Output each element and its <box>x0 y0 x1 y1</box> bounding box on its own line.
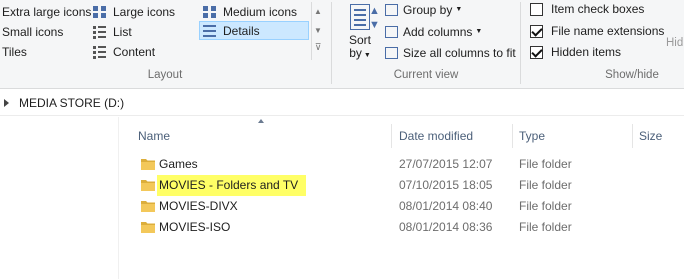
hidden-items-label: Hidden items <box>551 45 622 59</box>
group-by-label: Group by <box>403 2 453 17</box>
medium-icons-icon <box>202 4 218 19</box>
file-name-extensions-label: File name extensions <box>551 24 665 38</box>
folder-icon <box>141 201 155 212</box>
current-view-group-label: Current view <box>393 69 459 81</box>
sort-ascending-icon <box>258 119 264 123</box>
file-row[interactable]: MOVIES-ISO 08/01/2014 08:36 File folder <box>132 217 572 238</box>
extra-large-icons-button[interactable]: Extra large icons <box>2 2 91 21</box>
ribbon: Extra large icons Large icons Medium ico… <box>0 0 684 89</box>
item-check-boxes-toggle[interactable]: Item check boxes <box>530 2 644 16</box>
file-type: File folder <box>519 199 572 213</box>
column-header-size[interactable]: Size <box>639 124 662 148</box>
list-label: List <box>113 24 132 39</box>
scroll-down-icon[interactable]: ▼ <box>312 21 324 40</box>
small-icons-label: Small icons <box>2 24 64 39</box>
group-divider <box>520 2 521 84</box>
checkbox-checked[interactable] <box>530 24 543 38</box>
column-divider[interactable] <box>391 124 392 148</box>
file-type: File folder <box>519 157 572 171</box>
file-name-highlighted: MOVIES - Folders and TV <box>157 175 307 196</box>
large-icons-label: Large icons <box>113 4 176 19</box>
file-name: Games <box>159 157 198 171</box>
column-divider[interactable] <box>512 124 513 148</box>
size-columns-icon <box>385 46 398 59</box>
extra-large-icons-label: Extra large icons <box>2 4 92 19</box>
column-header-name[interactable]: Name <box>138 124 170 148</box>
hide-selected-items-button[interactable]: Hid <box>666 37 683 49</box>
scroll-up-icon[interactable]: ▲ <box>312 2 324 21</box>
file-name: MOVIES-DIVX <box>159 199 238 213</box>
column-header-type[interactable]: Type <box>519 124 545 148</box>
folder-icon <box>141 222 155 233</box>
large-icons-button[interactable]: Large icons <box>92 2 175 21</box>
list-icon <box>92 24 108 39</box>
add-columns-icon <box>385 25 398 38</box>
content-icon <box>92 44 108 59</box>
folder-icon <box>141 180 155 191</box>
size-all-columns-button[interactable]: Size all columns to fit <box>385 43 516 62</box>
address-bar[interactable]: MEDIA STORE (D:) <box>0 90 684 116</box>
content-label: Content <box>113 44 156 59</box>
hidden-items-toggle[interactable]: Hidden items <box>530 45 621 59</box>
file-date: 27/07/2015 12:07 <box>399 157 493 171</box>
sort-by-button[interactable]: ▲ ▼ Sort by ▼ <box>343 4 380 62</box>
size-all-columns-label: Size all columns to fit <box>403 45 516 60</box>
file-date: 08/01/2014 08:36 <box>399 220 493 234</box>
tiles-label: Tiles <box>2 44 27 59</box>
file-name: MOVIES-ISO <box>159 220 231 234</box>
medium-icons-label: Medium icons <box>223 4 298 19</box>
file-row[interactable]: MOVIES - Folders and TV 07/10/2015 18:05… <box>132 175 572 196</box>
checkbox-checked[interactable] <box>530 45 543 59</box>
list-button[interactable]: List <box>92 22 132 41</box>
details-icon <box>202 23 218 38</box>
sort-arrows-icon: ▲ ▼ <box>369 5 380 31</box>
add-columns-button[interactable]: Add columns ▼ <box>385 22 482 41</box>
tiles-button[interactable]: Tiles <box>2 42 27 61</box>
file-row[interactable]: MOVIES-DIVX 08/01/2014 08:40 File folder <box>132 196 572 217</box>
file-type: File folder <box>519 178 572 192</box>
item-check-boxes-label: Item check boxes <box>551 2 645 16</box>
sort-by-icon <box>350 4 370 30</box>
dropdown-arrow-icon: ▼ <box>361 52 371 59</box>
column-header-date-modified[interactable]: Date modified <box>399 124 473 148</box>
group-by-icon <box>385 3 398 16</box>
layout-gallery-scroll[interactable]: ▲ ▼ ⊽ <box>311 2 324 60</box>
folder-icon <box>141 159 155 170</box>
file-type: File folder <box>519 220 572 234</box>
show-hide-group-label: Show/hide <box>605 69 659 81</box>
file-date: 07/10/2015 18:05 <box>399 178 493 192</box>
medium-icons-button[interactable]: Medium icons <box>202 2 297 21</box>
sort-by-label-2: by <box>349 46 362 60</box>
large-icons-icon <box>92 4 108 19</box>
details-button[interactable]: Details <box>199 21 309 40</box>
navigation-pane-edge <box>118 117 119 279</box>
dropdown-arrow-icon: ▼ <box>475 28 483 35</box>
content-button[interactable]: Content <box>92 42 155 61</box>
file-row[interactable]: Games 27/07/2015 12:07 File folder <box>132 154 572 175</box>
file-date: 08/01/2014 08:40 <box>399 199 493 213</box>
dropdown-arrow-icon: ▼ <box>455 6 463 13</box>
add-columns-label: Add columns <box>403 24 473 39</box>
breadcrumb[interactable]: MEDIA STORE (D:) <box>19 96 124 110</box>
file-name-extensions-toggle[interactable]: File name extensions <box>530 24 664 38</box>
chevron-right-icon[interactable] <box>4 98 10 107</box>
expand-gallery-icon[interactable]: ⊽ <box>312 40 324 54</box>
column-divider[interactable] <box>632 124 633 148</box>
checkbox[interactable] <box>530 2 543 16</box>
layout-group-label: Layout <box>147 69 183 81</box>
group-by-button[interactable]: Group by ▼ <box>385 0 462 19</box>
details-label: Details <box>223 23 260 38</box>
small-icons-button[interactable]: Small icons <box>2 22 63 41</box>
